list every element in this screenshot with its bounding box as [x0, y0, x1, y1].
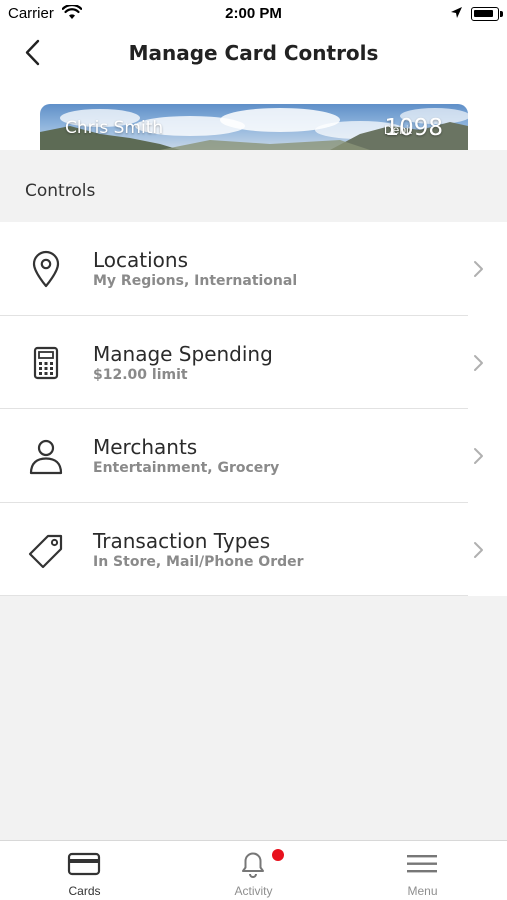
battery-tip: [500, 11, 503, 17]
chevron-right-icon: [471, 352, 485, 374]
control-subtitle: $12.00 limit: [93, 366, 188, 383]
tab-menu[interactable]: Menu: [338, 841, 507, 900]
row-divider: [0, 595, 468, 596]
section-title: Controls: [25, 181, 96, 201]
calculator-icon: [25, 343, 67, 383]
control-row-locations[interactable]: Locations My Regions, International: [0, 222, 507, 316]
tab-label: Cards: [68, 884, 101, 898]
status-bar: Carrier 2:00 PM: [0, 0, 507, 28]
control-title: Transaction Types: [93, 528, 271, 553]
tab-cards[interactable]: Cards: [0, 841, 169, 900]
control-subtitle: Entertainment, Grocery: [93, 460, 280, 476]
card-preview[interactable]: Chris Smith Debit 1098: [40, 104, 468, 150]
chevron-right-icon: [471, 539, 485, 561]
location-pin-icon: [25, 249, 67, 289]
controls-list: Locations My Regions, International Mana: [0, 222, 507, 596]
tag-icon: [25, 530, 67, 570]
control-row-merchants[interactable]: Merchants Entertainment, Grocery: [0, 409, 507, 503]
tab-bar: Cards Activity Menu: [0, 840, 507, 900]
notification-badge: [272, 849, 284, 861]
control-row-transaction-types[interactable]: Transaction Types In Store, Mail/Phone O…: [0, 502, 507, 596]
tab-label: Menu: [407, 884, 438, 898]
control-title: Merchants: [93, 435, 198, 459]
chevron-right-icon: [471, 445, 485, 467]
bell-icon: [235, 850, 271, 878]
navigation-bar: Manage Card Controls Chris Smith Debit 1…: [0, 28, 507, 150]
control-subtitle: In Store, Mail/Phone Order: [93, 553, 304, 570]
control-title: Manage Spending: [93, 341, 273, 366]
card-holder-name: Chris Smith: [65, 118, 164, 138]
page-title: Manage Card Controls: [128, 41, 379, 65]
tab-label: Activity: [234, 884, 273, 898]
tab-activity[interactable]: Activity: [169, 841, 338, 900]
person-icon: [25, 436, 67, 476]
chevron-right-icon: [471, 258, 485, 280]
clock: 2:00 PM: [225, 5, 282, 22]
card-last-four: 1098: [384, 115, 443, 141]
control-title: Locations: [93, 248, 189, 272]
hamburger-menu-icon: [404, 850, 440, 878]
location-arrow-icon: [450, 6, 463, 23]
controls-section-header: Controls: [0, 150, 507, 222]
control-row-manage-spending[interactable]: Manage Spending $12.00 limit: [0, 315, 507, 409]
card-icon: [66, 850, 102, 878]
control-subtitle: My Regions, International: [93, 273, 298, 289]
battery-icon: [471, 7, 499, 21]
